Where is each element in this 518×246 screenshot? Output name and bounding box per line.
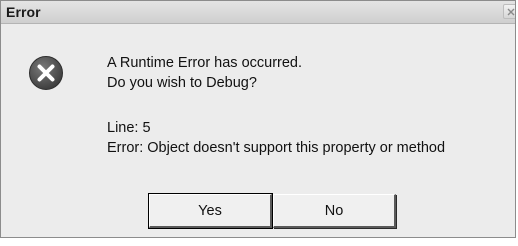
error-description: Error: Object doesn't support this prope… — [107, 140, 446, 156]
error-line-number: Line: 5 — [107, 120, 151, 136]
error-dialog: Error A Runtime Error has occurred. Do y… — [0, 0, 516, 238]
close-icon — [507, 8, 515, 16]
yes-button[interactable]: Yes — [148, 193, 273, 229]
close-button[interactable] — [503, 4, 515, 19]
window-title: Error — [6, 4, 41, 20]
title-bar[interactable]: Error — [1, 1, 515, 24]
error-x-icon — [29, 56, 63, 90]
message-line-1: A Runtime Error has occurred. — [107, 55, 303, 71]
no-button[interactable]: No — [273, 194, 396, 228]
message-line-2: Do you wish to Debug? — [107, 75, 257, 91]
